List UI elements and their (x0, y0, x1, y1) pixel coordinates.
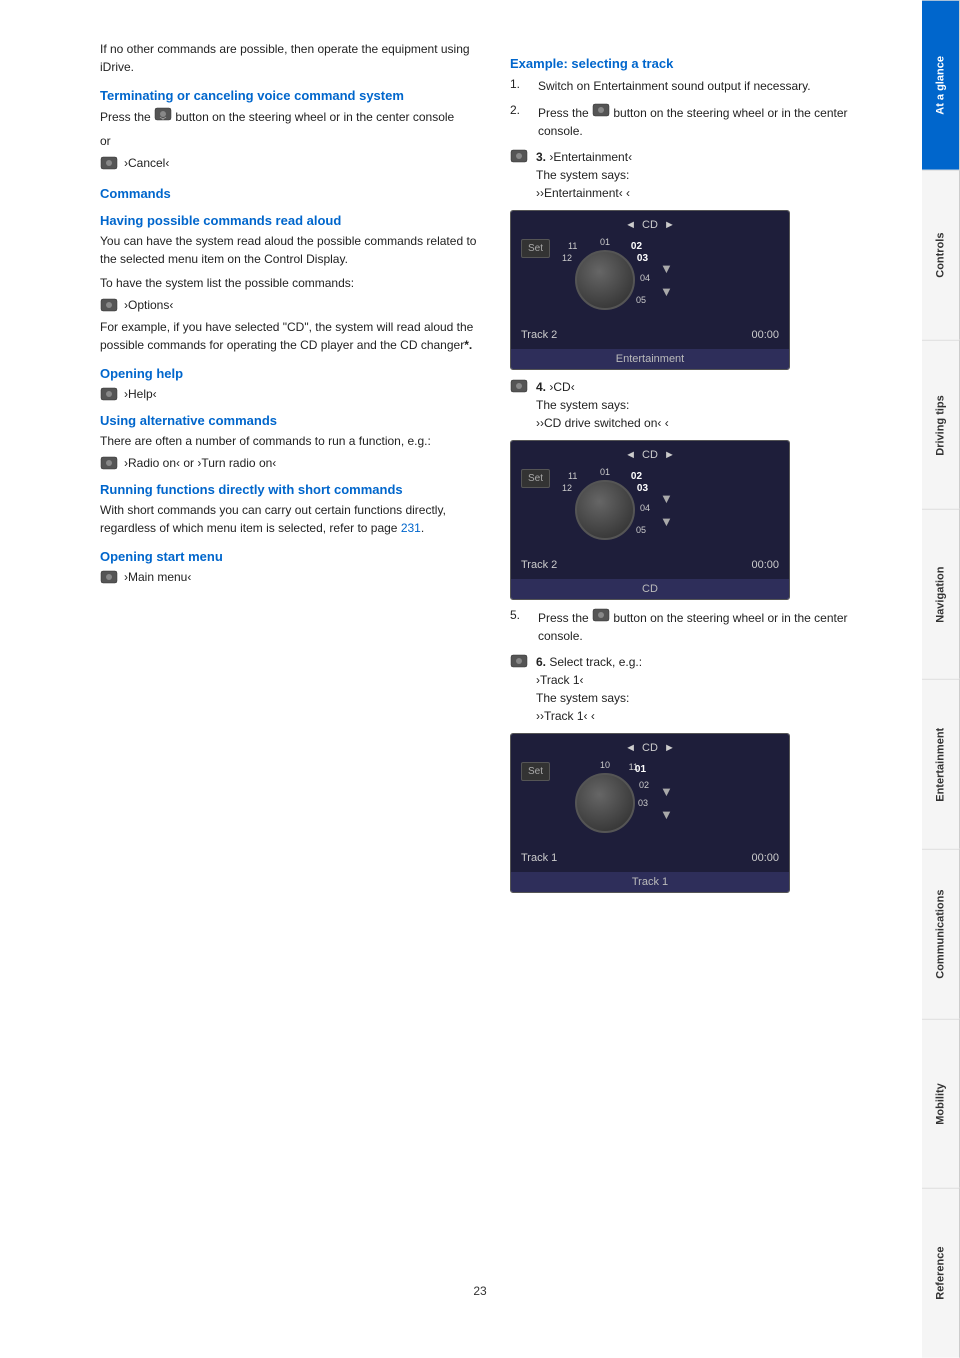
cd-time-2: 00:00 (751, 559, 779, 571)
step-6-mic (510, 654, 528, 671)
step-3-content: 3. ›Entertainment‹ The system says: ››En… (536, 148, 890, 202)
mic-icon-step4 (510, 379, 528, 393)
step-1-content: Switch on Entertainment sound output if … (538, 77, 890, 95)
cd-time-3: 00:00 (751, 852, 779, 864)
example-title: Example: selecting a track (510, 56, 890, 71)
sidebar-tab-mobility[interactable]: Mobility (922, 1019, 960, 1189)
step-4-mic (510, 379, 528, 396)
sub4-text: With short commands you can carry out ce… (100, 501, 480, 537)
sidebar-tab-reference[interactable]: Reference (922, 1188, 960, 1358)
step-6: 6. Select track, e.g.: ›Track 1‹ The sys… (510, 653, 890, 725)
sub3-text: There are often a number of commands to … (100, 432, 480, 450)
cd-track-label-1: Track 2 (521, 329, 557, 341)
commands-title: Commands (100, 186, 480, 201)
sidebar-tab-driving-tips[interactable]: Driving tips (922, 340, 960, 510)
set-button-3: Set (521, 762, 550, 781)
cd-time-1: 00:00 (751, 329, 779, 341)
step-1: 1. Switch on Entertainment sound output … (510, 77, 890, 95)
sub2-command: ›Help‹ (100, 387, 480, 401)
sidebar-tab-at-a-glance[interactable]: At a glance (922, 0, 960, 170)
cd-bottom-label-3: Track 1 (511, 872, 789, 892)
cd-display-1: ◄ CD ► Set 01 02 03 04 05 11 (510, 210, 790, 370)
sub2-title: Opening help (100, 366, 480, 381)
sub5-title: Opening start menu (100, 549, 480, 564)
set-button-2: Set (521, 469, 550, 488)
step-5-content: Press the button on the steering wheel o… (538, 608, 890, 645)
mic-icon-step2 (592, 103, 610, 117)
page-ref-link[interactable]: 231 (401, 521, 421, 535)
mic-icon-radio (100, 456, 118, 470)
step-4-content: 4. ›CD‹ The system says: ››CD drive swit… (536, 378, 890, 432)
cd-display-2: ◄ CD ► Set 01 02 03 04 05 11 12 (510, 440, 790, 600)
section1-or: or (100, 132, 480, 150)
right-column: Example: selecting a track 1. Switch on … (510, 40, 890, 1318)
sub1-command: ›Options‹ (100, 298, 480, 312)
cd-knob-3: 10 11 01 02 03 (560, 758, 650, 848)
step-6-content: 6. Select track, e.g.: ›Track 1‹ The sys… (536, 653, 890, 725)
mic-icon-1 (154, 107, 172, 121)
step-4: 4. ›CD‹ The system says: ››CD drive swit… (510, 378, 890, 432)
sidebar-tab-communications[interactable]: Communications (922, 849, 960, 1019)
mic-icon-options (100, 298, 118, 312)
page-number: 23 (473, 1264, 486, 1318)
mic-icon-cancel (100, 156, 118, 170)
sub1-text3: For example, if you have selected "CD", … (100, 318, 480, 354)
cd-bottom-label-2: CD (511, 579, 789, 599)
left-column: If no other commands are possible, then … (100, 40, 480, 1318)
step-2-content: Press the button on the steering wheel o… (538, 103, 890, 140)
cd-knob-1: 01 02 03 04 05 11 12 (560, 235, 650, 325)
step-3: 3. ›Entertainment‹ The system says: ››En… (510, 148, 890, 202)
mic-icon-step6 (510, 654, 528, 668)
mic-icon-mainmenu (100, 570, 118, 584)
mic-icon-step3 (510, 149, 528, 163)
set-button-1: Set (521, 239, 550, 258)
section1-text: Press the button on the steering wheel o… (100, 107, 480, 126)
sub3-title: Using alternative commands (100, 413, 480, 428)
mic-icon-help (100, 387, 118, 401)
sub1-text2: To have the system list the possible com… (100, 274, 480, 292)
sub4-title: Running functions directly with short co… (100, 482, 480, 497)
mic-icon-step5 (592, 608, 610, 622)
step-5: 5. Press the button on the steering whee… (510, 608, 890, 645)
section1-command: ›Cancel‹ (100, 156, 480, 170)
sidebar: At a glance Controls Driving tips Naviga… (922, 0, 960, 1358)
cd-arrows-2: ▼ ▼ (660, 491, 673, 529)
cd-bottom-label-1: Entertainment (511, 349, 789, 369)
step-3-mic (510, 149, 528, 166)
intro-text: If no other commands are possible, then … (100, 40, 480, 76)
sub3-command: ›Radio on‹ or ›Turn radio on‹ (100, 456, 480, 470)
cd-knob-2: 01 02 03 04 05 11 12 (560, 465, 650, 555)
cd-track-label-2: Track 2 (521, 559, 557, 571)
cd-arrows-3: ▼ ▼ (660, 784, 673, 822)
cd-track-label-3: Track 1 (521, 852, 557, 864)
section1-title: Terminating or canceling voice command s… (100, 88, 480, 103)
sidebar-tab-controls[interactable]: Controls (922, 170, 960, 340)
sub1-title: Having possible commands read aloud (100, 213, 480, 228)
step-2: 2. Press the button on the steering whee… (510, 103, 890, 140)
sidebar-tab-entertainment[interactable]: Entertainment (922, 679, 960, 849)
sidebar-tab-navigation[interactable]: Navigation (922, 509, 960, 679)
sub5-command: ›Main menu‹ (100, 570, 480, 584)
cd-display-3: ◄ CD ► Set 10 11 01 02 03 (510, 733, 790, 893)
cd-arrows-1: ▼ ▼ (660, 261, 673, 299)
sub1-text1: You can have the system read aloud the p… (100, 232, 480, 268)
